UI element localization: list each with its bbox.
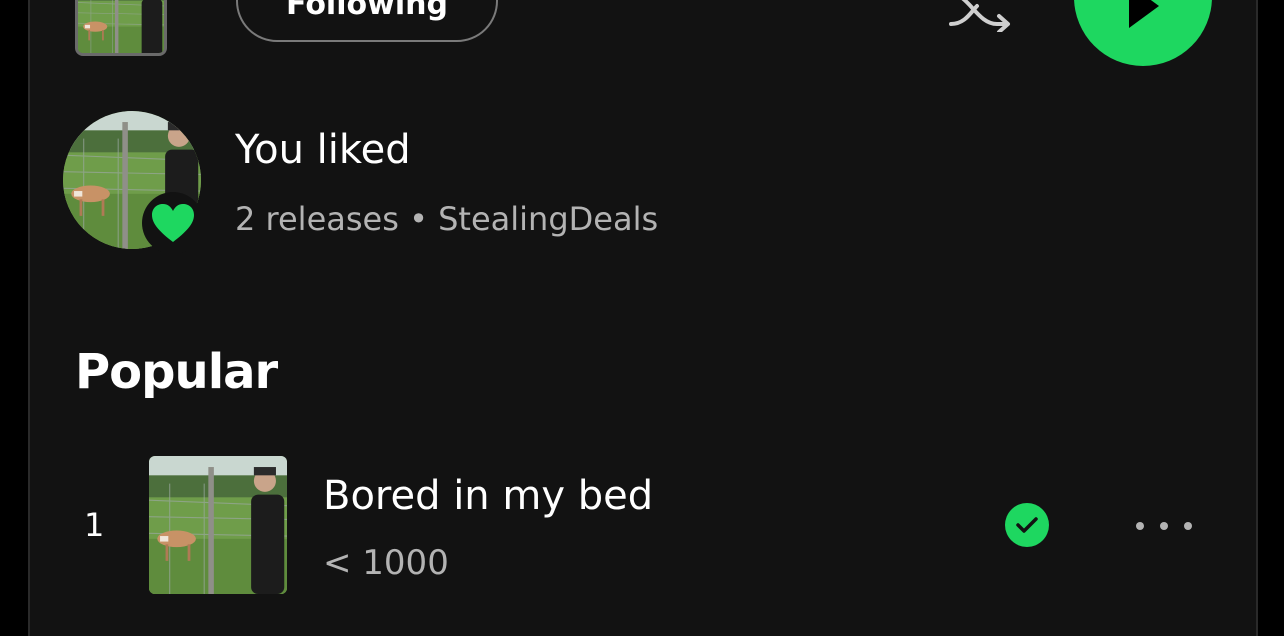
liked-title[interactable]: You liked xyxy=(235,127,411,173)
track-row[interactable]: 1 Bored in my bed < 1000 xyxy=(30,446,1256,606)
more-options-icon[interactable] xyxy=(575,0,635,2)
liked-subtitle: 2 releases • StealingDeals xyxy=(235,200,659,238)
heart-icon xyxy=(142,192,204,254)
track-play-count: < 1000 xyxy=(323,543,449,583)
shuffle-icon[interactable] xyxy=(944,0,1020,32)
track-rank: 1 xyxy=(84,506,105,544)
play-icon xyxy=(1129,0,1159,28)
dot xyxy=(1160,522,1168,530)
following-button[interactable]: Following xyxy=(236,0,498,42)
saved-check-icon[interactable] xyxy=(1005,503,1049,547)
artist-thumbnail[interactable] xyxy=(75,0,167,56)
play-button[interactable] xyxy=(1074,0,1212,66)
track-more-options-icon[interactable] xyxy=(1136,516,1192,536)
dot xyxy=(1184,522,1192,530)
popular-heading: Popular xyxy=(75,344,278,400)
dot xyxy=(1136,522,1144,530)
artist-page: Following You liked 2 releases • Stealin… xyxy=(28,0,1258,636)
track-cover-art xyxy=(149,456,287,594)
track-title: Bored in my bed xyxy=(323,473,654,519)
